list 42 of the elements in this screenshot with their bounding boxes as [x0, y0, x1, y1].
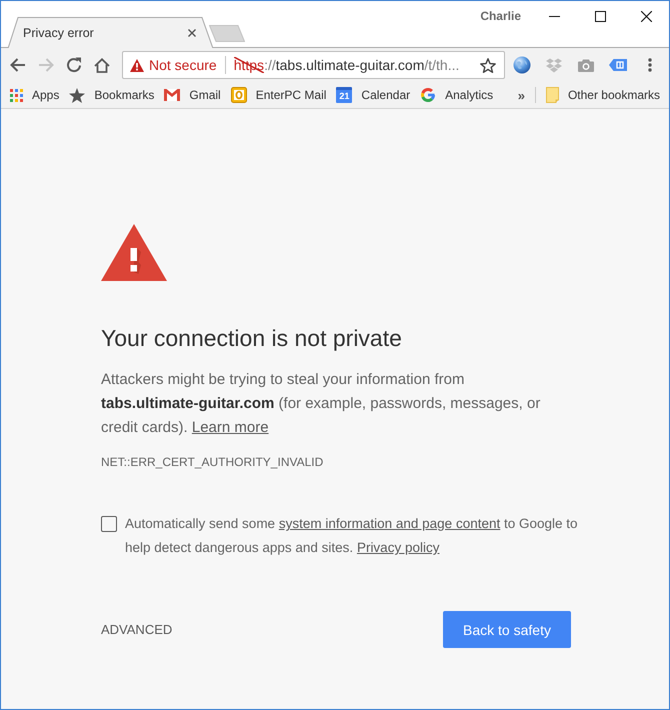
privacy-policy-link[interactable]: Privacy policy	[356, 540, 440, 555]
error-code: NET::ERR_CERT_AUTHORITY_INVALID	[101, 454, 324, 471]
envelope-icon	[164, 89, 180, 101]
browser-tab[interactable]: Privacy error	[8, 17, 213, 48]
profile-button[interactable]: Charlie	[470, 1, 531, 31]
menu-icon	[648, 58, 652, 72]
bookmark-item[interactable]: 21 Calendar	[331, 83, 416, 107]
google-g-icon	[420, 87, 436, 103]
learn-more-link[interactable]: Learn more	[192, 419, 269, 436]
warning-icon	[130, 58, 144, 72]
other-bookmarks-button[interactable]: Other bookmarks	[540, 83, 665, 107]
bookmark-item[interactable]: Gmail	[159, 83, 226, 107]
checkbox[interactable]	[101, 516, 117, 532]
globe-icon	[513, 56, 531, 74]
back-to-safety-button[interactable]: Back to safety	[443, 611, 571, 648]
advanced-button[interactable]: ADVANCED	[101, 622, 172, 637]
calendar-icon: 21	[336, 87, 352, 103]
diamonds-icon	[546, 58, 562, 72]
star-icon	[69, 88, 86, 102]
forward-arrow-icon	[38, 58, 54, 72]
bookmark-item[interactable]: Analytics	[415, 83, 498, 107]
apps-grid-icon	[10, 88, 23, 102]
consent-text: Automatically send some system information and page content to Google to help detect dangerous apps and sites. Privacy policy	[125, 515, 579, 557]
more-bookmarks-button[interactable]: »	[512, 83, 531, 107]
camera-icon	[578, 58, 594, 72]
folder-icon	[546, 87, 559, 103]
warning-icon	[101, 224, 167, 281]
mail-app-icon	[230, 87, 247, 103]
home-icon	[94, 58, 110, 72]
system-information-link[interactable]: system information and page content	[278, 516, 500, 531]
tag-icon	[609, 58, 627, 72]
close-icon[interactable]	[188, 28, 196, 36]
error-heading: Your connection is not private	[101, 324, 402, 353]
bookmark-item[interactable]: EnterPC Mail	[226, 83, 332, 107]
reload-icon	[66, 57, 82, 73]
back-arrow-icon	[10, 58, 26, 72]
bookmark-item[interactable]: Bookmarks	[64, 83, 160, 107]
close-icon	[640, 10, 652, 22]
maximize-icon	[594, 10, 606, 22]
security-chip[interactable]: Not secure	[130, 57, 217, 73]
bookmark-item[interactable]: Apps	[5, 83, 64, 107]
error-message: Attackers might be trying to steal your information from tabs.ultimate-guitar.com (for example, passwords, messages, or credit cards). Learn more	[101, 370, 542, 438]
